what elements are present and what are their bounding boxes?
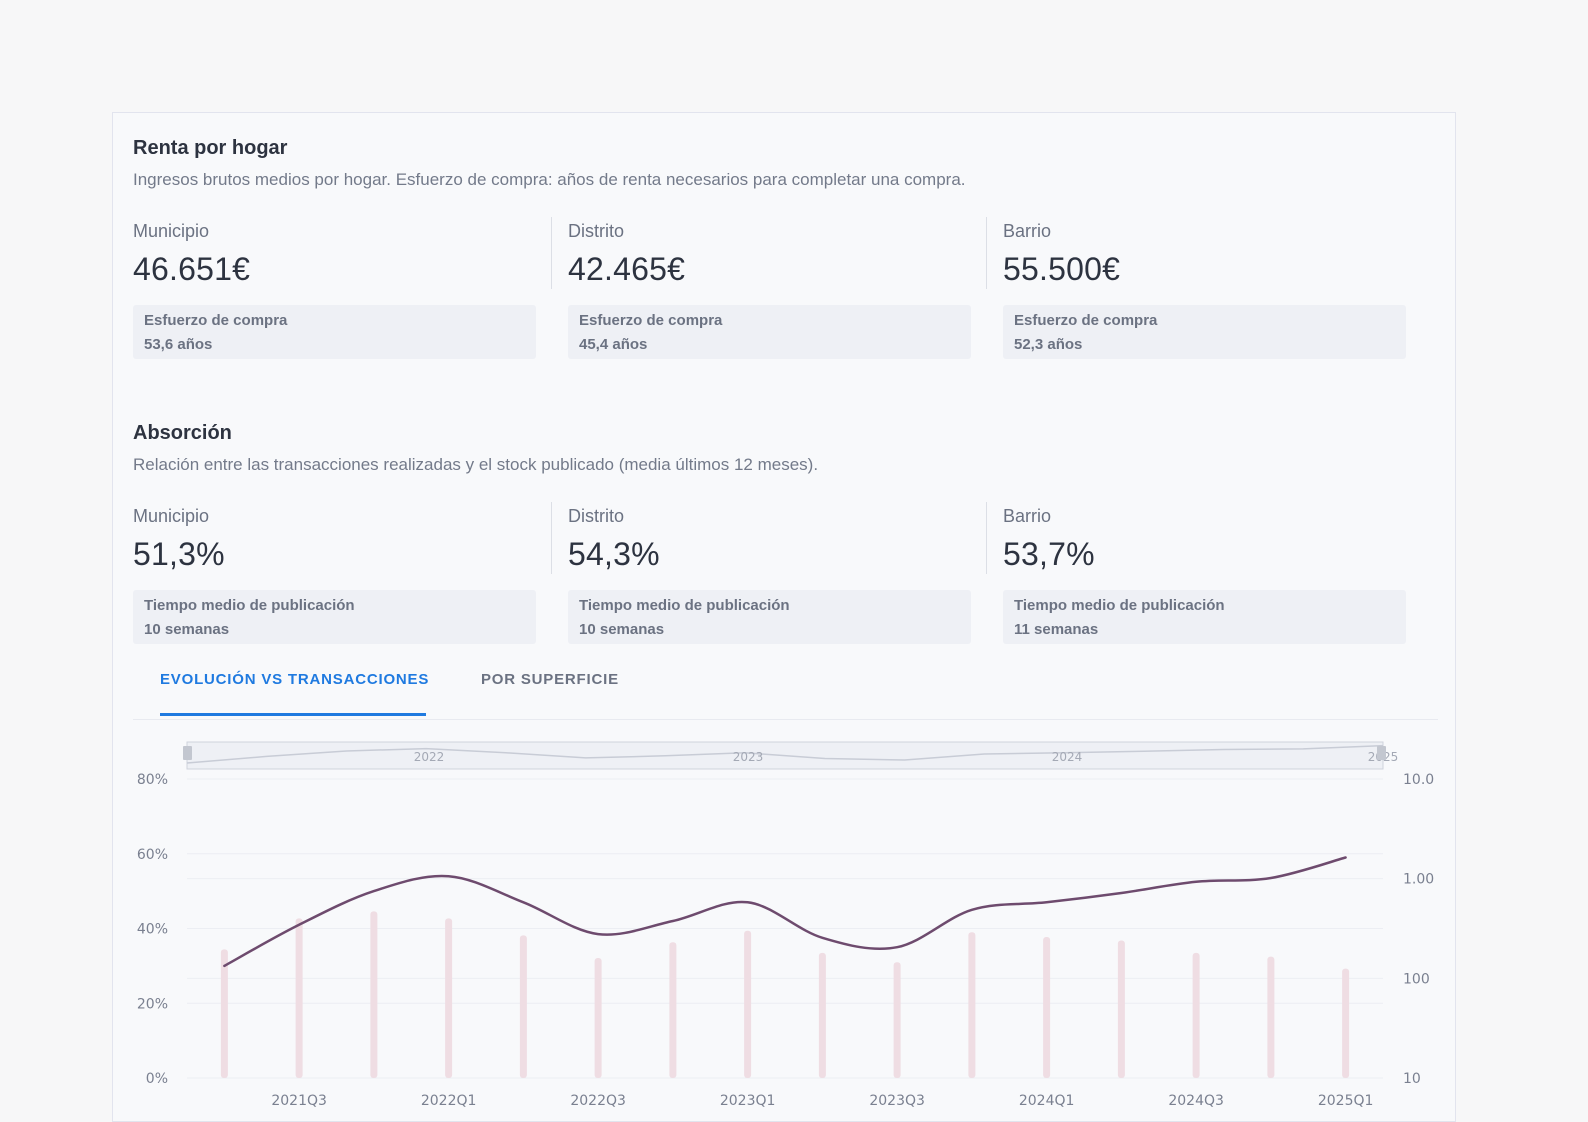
- renta-description: Ingresos brutos medios por hogar. Esfuer…: [133, 170, 966, 189]
- navigator-right-handle[interactable]: [1377, 746, 1386, 760]
- stat-value: 54,3%: [568, 536, 660, 572]
- x-tick-label: 2023Q3: [869, 1093, 925, 1109]
- stat-detail-box: Esfuerzo de compra 53,6 años: [133, 305, 536, 359]
- y-right-tick-label: 100: [1403, 971, 1430, 987]
- range-navigator: 2022202320242025: [183, 741, 1398, 770]
- y-left-tick-label: 60%: [137, 847, 168, 863]
- y-left-tick-label: 0%: [146, 1071, 168, 1087]
- transaction-bar: [1043, 936, 1051, 1078]
- tab-por-superficie[interactable]: POR SUPERFICIE: [481, 671, 619, 688]
- chart-tabs: EVOLUCIÓN VS TRANSACCIONES POR SUPERFICI…: [133, 661, 1438, 720]
- absorcion-barrio: Barrio 53,7% Tiempo medio de publicación…: [986, 502, 1423, 652]
- market-card: Renta por hogar Ingresos brutos medios p…: [112, 112, 1456, 1122]
- stat-label: Distrito: [568, 221, 625, 241]
- stat-detail-box: Esfuerzo de compra 45,4 años: [568, 305, 971, 359]
- gridlines: [187, 778, 1383, 1079]
- absorption-points: [223, 856, 1347, 967]
- y-left-tick-label: 80%: [137, 772, 168, 788]
- stat-detail-label: Tiempo medio de publicación: [1014, 597, 1225, 614]
- stat-detail-value: 10 semanas: [579, 621, 665, 638]
- stat-label: Barrio: [1003, 221, 1052, 241]
- transaction-bar: [220, 949, 228, 1078]
- y-right-tick-label: 10: [1403, 1071, 1421, 1087]
- navigator-left-handle[interactable]: [183, 746, 192, 760]
- stat-detail-label: Tiempo medio de publicación: [579, 597, 790, 614]
- transaction-bar: [445, 918, 453, 1078]
- transaction-bar: [1342, 968, 1350, 1078]
- stat-detail-value: 45,4 años: [579, 336, 648, 353]
- transaction-bar: [968, 932, 976, 1078]
- x-tick-label: 2022Q3: [570, 1093, 626, 1109]
- y-right-tick-label: 1.00: [1403, 872, 1434, 888]
- x-tick-label: 2025Q1: [1318, 1093, 1374, 1109]
- stat-value: 53,7%: [1003, 536, 1095, 572]
- absorcion-municipio: Municipio 51,3% Tiempo medio de publicac…: [133, 502, 553, 652]
- renta-municipio: Municipio 46.651€ Esfuerzo de compra 53,…: [133, 217, 553, 367]
- transaction-bar: [295, 918, 303, 1078]
- transaction-bar: [669, 942, 677, 1078]
- transaction-bar: [1267, 956, 1275, 1078]
- transaction-bar: [893, 962, 901, 1078]
- stat-detail-value: 52,3 años: [1014, 336, 1083, 353]
- stat-value: 46.651€: [133, 251, 251, 287]
- navigator-label: 2022: [414, 750, 445, 764]
- stat-value: 55.500€: [1003, 251, 1121, 287]
- stat-value: 42.465€: [568, 251, 686, 287]
- renta-barrio: Barrio 55.500€ Esfuerzo de compra 52,3 a…: [986, 217, 1423, 367]
- stat-label: Distrito: [568, 506, 625, 526]
- transaction-bars: [220, 911, 1350, 1078]
- y-left-tick-label: 20%: [137, 996, 168, 1012]
- stat-detail-box: Tiempo medio de publicación 10 semanas: [133, 590, 536, 644]
- stat-detail-label: Esfuerzo de compra: [579, 312, 723, 329]
- stat-detail-label: Esfuerzo de compra: [144, 312, 288, 329]
- stat-detail-value: 10 semanas: [144, 621, 230, 638]
- stat-detail-box: Esfuerzo de compra 52,3 años: [1003, 305, 1406, 359]
- transaction-bar: [818, 952, 826, 1078]
- evolution-chart: 20222023202420250%20%40%60%80%101001.001…: [137, 741, 1434, 1109]
- renta-title: Renta por hogar: [133, 137, 288, 159]
- stat-label: Barrio: [1003, 506, 1052, 526]
- renta-distrito: Distrito 42.465€ Esfuerzo de compra 45,4…: [551, 217, 988, 367]
- transaction-bar: [519, 935, 527, 1078]
- navigator-label: 2023: [733, 750, 764, 764]
- active-tab-indicator: [160, 713, 426, 716]
- transaction-bar: [370, 911, 378, 1078]
- absorption-line: [223, 856, 1347, 968]
- stat-detail-box: Tiempo medio de publicación 10 semanas: [568, 590, 971, 644]
- x-tick-label: 2021Q3: [271, 1093, 327, 1109]
- stat-value: 51,3%: [133, 536, 225, 572]
- absorcion-distrito: Distrito 54,3% Tiempo medio de publicaci…: [551, 502, 988, 652]
- x-tick-label: 2024Q3: [1168, 1093, 1224, 1109]
- stat-detail-value: 53,6 años: [144, 336, 213, 353]
- absorcion-title: Absorción: [133, 422, 232, 444]
- stat-detail-value: 11 semanas: [1014, 621, 1099, 638]
- y-left-tick-label: 40%: [137, 922, 168, 938]
- stat-detail-label: Tiempo medio de publicación: [144, 597, 355, 614]
- transaction-bar: [1192, 952, 1200, 1078]
- transaction-bar: [594, 957, 602, 1078]
- transaction-bar: [744, 930, 752, 1078]
- stat-detail-label: Esfuerzo de compra: [1014, 312, 1158, 329]
- stat-label: Municipio: [133, 506, 210, 526]
- navigator-label: 2024: [1052, 750, 1083, 764]
- absorcion-description: Relación entre las transacciones realiza…: [133, 455, 819, 474]
- stat-detail-box: Tiempo medio de publicación 11 semanas: [1003, 590, 1406, 644]
- tab-evolucion-vs-transacciones[interactable]: EVOLUCIÓN VS TRANSACCIONES: [160, 671, 429, 688]
- x-tick-label: 2023Q1: [720, 1093, 776, 1109]
- y-right-tick-label: 10.0: [1403, 772, 1434, 788]
- x-tick-label: 2024Q1: [1019, 1093, 1075, 1109]
- x-tick-label: 2022Q1: [421, 1093, 477, 1109]
- transaction-bar: [1117, 940, 1125, 1078]
- stat-label: Municipio: [133, 221, 210, 241]
